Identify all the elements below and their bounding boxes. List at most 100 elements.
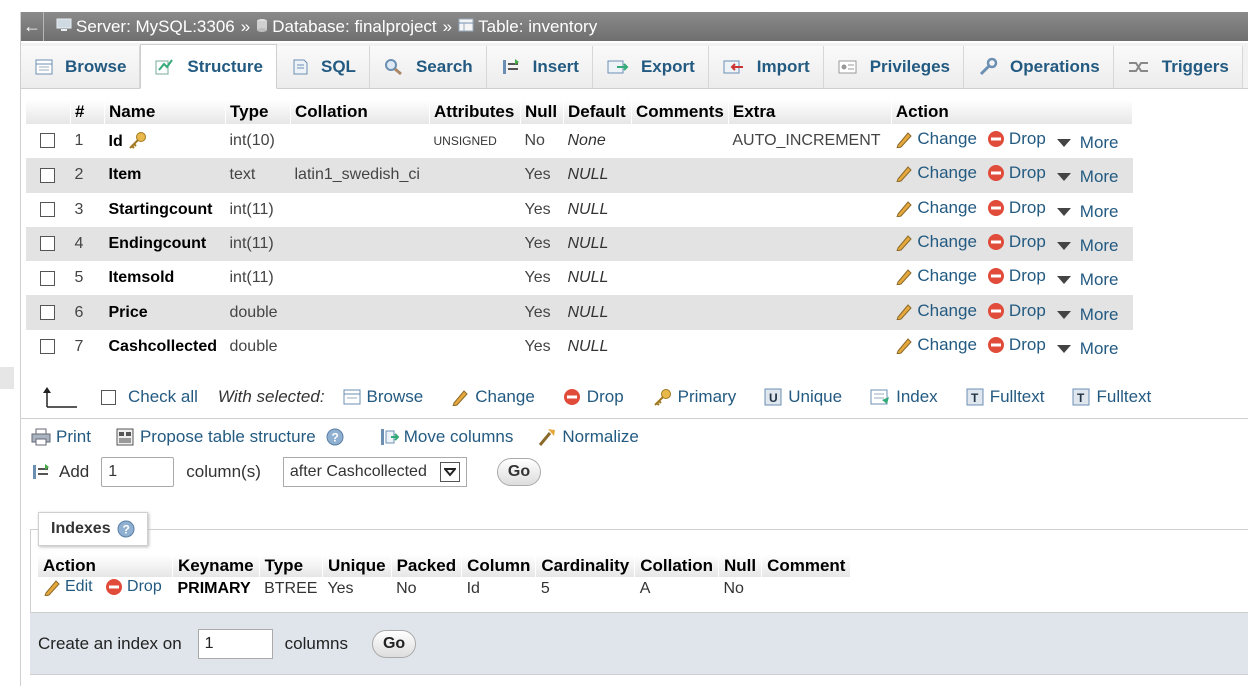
propose-structure-link[interactable]: Propose table structure xyxy=(115,427,316,447)
tab-export[interactable]: Export xyxy=(592,46,709,88)
index-icon xyxy=(870,389,890,405)
tab-import[interactable]: Import xyxy=(708,46,824,88)
drop-button[interactable]: Drop xyxy=(987,129,1046,149)
more-button[interactable]: More xyxy=(1056,270,1119,290)
more-button[interactable]: More xyxy=(1056,339,1119,359)
index-column: Id xyxy=(461,577,536,601)
tab-operations[interactable]: Operations xyxy=(964,46,1114,88)
row-checkbox[interactable] xyxy=(40,270,55,286)
change-label: Change xyxy=(917,232,977,252)
index-drop-link[interactable]: Drop xyxy=(105,578,162,596)
tab-export-label: Export xyxy=(640,57,695,76)
bulk-primary-button[interactable]: Primary xyxy=(652,387,736,407)
breadcrumb-divider xyxy=(43,12,44,41)
row-checkbox[interactable] xyxy=(40,236,55,252)
drop-button[interactable]: Drop xyxy=(987,266,1046,286)
bulk-change-button[interactable]: Change xyxy=(451,387,535,407)
pencil-icon xyxy=(896,338,913,354)
drop-button[interactable]: Drop xyxy=(987,335,1046,355)
column-name[interactable]: Price xyxy=(109,304,148,321)
normalize-link[interactable]: Normalize xyxy=(537,427,639,447)
more-button[interactable]: More xyxy=(1056,305,1119,325)
move-columns-label: Move columns xyxy=(403,427,514,446)
bulk-fulltext-button-2[interactable]: T Fulltext xyxy=(1072,387,1151,407)
add-count-input[interactable]: 1 xyxy=(101,457,175,487)
change-button[interactable]: Change xyxy=(895,232,977,252)
column-name[interactable]: Id xyxy=(109,133,123,150)
bulk-actions-bar: Check all With selected: Browse Change D… xyxy=(41,384,1179,410)
more-label: More xyxy=(1079,304,1119,324)
row-checkbox[interactable] xyxy=(40,133,55,149)
change-button[interactable]: Change xyxy=(895,198,977,218)
collapse-marker[interactable] xyxy=(0,367,14,389)
privileges-icon xyxy=(838,59,858,75)
bulk-fulltext-button[interactable]: T Fulltext xyxy=(966,387,1045,407)
row-checkbox[interactable] xyxy=(40,202,55,217)
idx-header-packed: Packed xyxy=(391,555,463,577)
bulk-drop-button[interactable]: Drop xyxy=(563,387,624,407)
drop-button[interactable]: Drop xyxy=(987,163,1046,183)
bulk-unique-button[interactable]: U Unique xyxy=(764,387,842,407)
back-arrow-icon[interactable]: ← xyxy=(21,16,43,37)
tab-sql[interactable]: SQL xyxy=(277,46,370,88)
drop-button[interactable]: Drop xyxy=(987,198,1046,218)
breadcrumb-server[interactable]: Server: MySQL:3306 xyxy=(56,17,235,37)
tab-search[interactable]: Search xyxy=(369,46,487,88)
drop-button[interactable]: Drop xyxy=(987,232,1046,252)
row-checkbox[interactable] xyxy=(40,339,55,355)
more-button[interactable]: More xyxy=(1056,167,1119,187)
move-columns-link[interactable]: Move columns xyxy=(379,427,514,447)
column-comments xyxy=(631,226,729,262)
column-name[interactable]: Item xyxy=(109,166,142,183)
check-all-label[interactable]: Check all xyxy=(128,387,198,407)
header-name: Name xyxy=(104,100,226,124)
breadcrumb-separator: » xyxy=(442,16,453,36)
index-edit-label: Edit xyxy=(65,577,93,595)
table-tools-links: Print Propose table structure ? Move col… xyxy=(31,427,663,447)
change-button[interactable]: Change xyxy=(895,163,977,183)
change-button[interactable]: Change xyxy=(895,335,977,355)
help-icon[interactable]: ? xyxy=(326,428,349,446)
bulk-browse-button[interactable]: Browse xyxy=(343,387,423,407)
index-edit-link[interactable]: Edit xyxy=(43,578,93,596)
column-attributes xyxy=(429,192,521,227)
tab-privileges[interactable]: Privileges xyxy=(823,46,965,88)
column-name[interactable]: Endingcount xyxy=(109,235,207,252)
drop-button[interactable]: Drop xyxy=(987,301,1046,321)
add-position-select[interactable]: after Cashcollected xyxy=(282,457,467,487)
tab-insert[interactable]: Insert xyxy=(486,46,593,88)
index-drop-label: Drop xyxy=(127,577,162,595)
breadcrumb-database-label: Database: finalproject xyxy=(272,16,437,36)
bulk-index-button[interactable]: Index xyxy=(870,387,938,407)
breadcrumb-table[interactable]: Table: inventory xyxy=(458,17,597,37)
column-comments xyxy=(631,158,729,193)
add-go-button[interactable]: Go xyxy=(496,458,542,486)
divider xyxy=(21,418,1248,419)
column-name[interactable]: Itemsold xyxy=(109,269,175,286)
bulk-fulltext-label: Fulltext xyxy=(989,387,1045,406)
check-all-checkbox[interactable] xyxy=(101,389,116,405)
column-name[interactable]: Cashcollected xyxy=(109,338,217,355)
create-index-count-input[interactable]: 1 xyxy=(197,628,273,659)
breadcrumb-database[interactable]: Database: finalproject xyxy=(256,16,437,37)
tab-structure[interactable]: Structure xyxy=(140,44,277,89)
create-index-go-button[interactable]: Go xyxy=(371,629,417,658)
row-checkbox[interactable] xyxy=(40,167,55,183)
tab-triggers[interactable]: Triggers xyxy=(1113,46,1243,88)
column-comments xyxy=(631,192,729,227)
change-button[interactable]: Change xyxy=(895,301,977,321)
svg-text:?: ? xyxy=(331,431,338,445)
print-link[interactable]: Print xyxy=(31,427,91,447)
change-button[interactable]: Change xyxy=(895,129,977,149)
bulk-unique-label: Unique xyxy=(788,387,843,406)
row-checkbox[interactable] xyxy=(40,304,55,320)
more-button[interactable]: More xyxy=(1056,236,1119,256)
change-button[interactable]: Change xyxy=(895,266,977,286)
more-button[interactable]: More xyxy=(1056,202,1119,222)
table-row: 1 Id int(10) UNSIGNED No None AUTO_INCREMENT Ch… xyxy=(26,124,1133,159)
help-icon[interactable]: ? xyxy=(117,520,135,538)
more-button[interactable]: More xyxy=(1056,133,1119,153)
tab-browse[interactable]: Browse xyxy=(21,46,141,88)
idx-header-cardinality: Cardinality xyxy=(535,555,636,577)
column-name[interactable]: Startingcount xyxy=(109,201,213,218)
